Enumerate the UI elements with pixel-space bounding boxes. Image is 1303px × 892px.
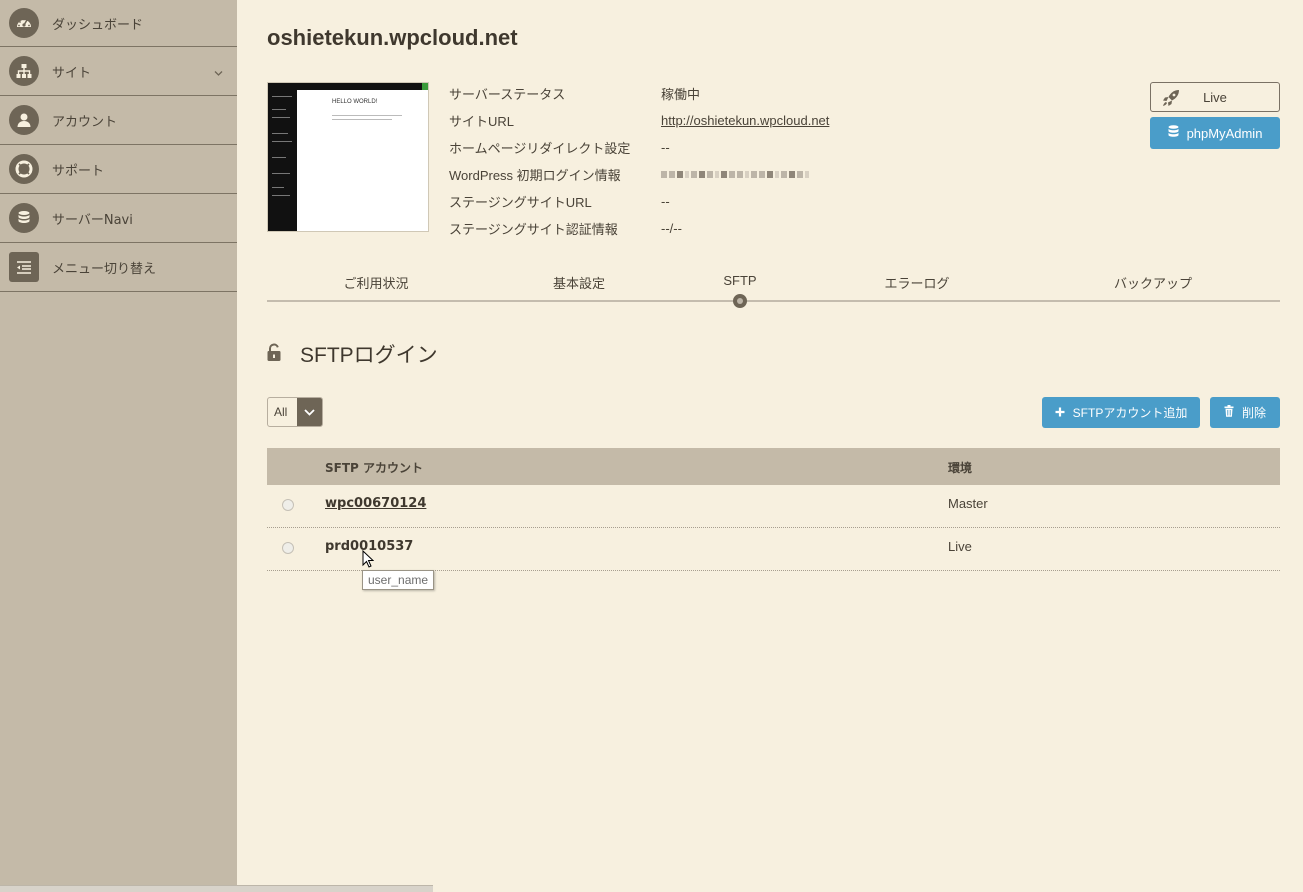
row-select-radio[interactable] bbox=[282, 542, 294, 554]
info-label: ホームページリダイレクト設定 bbox=[449, 141, 631, 156]
browser-status-bar bbox=[0, 885, 433, 892]
sidebar-item-label: サポート bbox=[52, 163, 105, 179]
active-tab-indicator bbox=[733, 294, 747, 308]
delete-button-label: 削除 bbox=[1241, 406, 1266, 420]
tab-backup[interactable]: バックアップ bbox=[1114, 273, 1192, 292]
tab-usage[interactable]: ご利用状況 bbox=[343, 273, 408, 292]
sidebar-item-label: サイト bbox=[52, 65, 92, 81]
sidebar-item-support[interactable]: サポート bbox=[0, 145, 237, 194]
plus-icon bbox=[1055, 406, 1065, 420]
column-header-environment: 環境 bbox=[948, 461, 973, 475]
sidebar-item-label: サーバーNavi bbox=[52, 212, 133, 228]
info-row-server-status: サーバーステータス 稼働中 bbox=[449, 80, 829, 107]
info-row-wp-login: WordPress 初期ログイン情報 bbox=[449, 161, 829, 188]
sidebar-item-server-navi[interactable]: サーバーNavi bbox=[0, 194, 237, 243]
info-label: サイトURL bbox=[449, 114, 515, 129]
database-icon bbox=[1168, 125, 1179, 141]
info-row-site-url: サイトURL http://oshietekun.wpcloud.net bbox=[449, 107, 829, 134]
redirect-value: -- bbox=[661, 140, 670, 155]
section-header: SFTPログイン bbox=[267, 339, 438, 369]
site-thumbnail: HELLO WORLD! bbox=[267, 82, 429, 232]
phpmyadmin-button[interactable]: phpMyAdmin bbox=[1150, 117, 1280, 149]
site-info: サーバーステータス 稼働中 サイトURL http://oshietekun.w… bbox=[449, 80, 829, 242]
environment-cell: Master bbox=[948, 496, 988, 511]
page-title: oshietekun.wpcloud.net bbox=[267, 25, 518, 50]
table-header: SFTP アカウント 環境 bbox=[267, 448, 1280, 485]
environment-filter-select[interactable]: All bbox=[267, 397, 323, 427]
menu-toggle-icon bbox=[9, 252, 39, 282]
trash-icon bbox=[1224, 405, 1234, 420]
row-select-radio[interactable] bbox=[282, 499, 294, 511]
sidebar-item-account[interactable]: アカウント bbox=[0, 96, 237, 145]
lifebuoy-icon bbox=[9, 154, 39, 184]
chevron-down-icon[interactable] bbox=[297, 398, 322, 426]
sidebar-item-menu-toggle[interactable]: メニュー切り替え bbox=[0, 243, 237, 292]
add-sftp-account-button[interactable]: SFTPアカウント追加 bbox=[1042, 397, 1200, 428]
info-label: ステージングサイトURL bbox=[449, 195, 592, 210]
info-label: ステージングサイト認証情報 bbox=[449, 222, 618, 237]
live-button[interactable]: Live bbox=[1150, 82, 1280, 112]
info-row-redirect: ホームページリダイレクト設定 -- bbox=[449, 134, 829, 161]
tab-bar: ご利用状況 基本設定 SFTP エラーログ バックアップ bbox=[267, 272, 1280, 302]
unlock-icon bbox=[267, 343, 282, 366]
info-label: WordPress 初期ログイン情報 bbox=[449, 168, 621, 183]
tooltip: user_name bbox=[362, 570, 435, 590]
info-row-staging-url: ステージングサイトURL -- bbox=[449, 188, 829, 215]
delete-button[interactable]: 削除 bbox=[1210, 397, 1280, 428]
filter-value: All bbox=[274, 405, 288, 419]
info-label: サーバーステータス bbox=[449, 87, 566, 102]
sidebar-item-label: メニュー切り替え bbox=[52, 261, 157, 277]
table-row: wpc00670124 Master bbox=[267, 485, 1280, 528]
thumbnail-heading: HELLO WORLD! bbox=[332, 99, 378, 105]
sidebar: ダッシュボード サイト アカウント サポート サーバーNavi メニュー切り替え bbox=[0, 0, 237, 892]
database-icon bbox=[9, 203, 39, 233]
chevron-down-icon[interactable] bbox=[214, 62, 223, 81]
section-title: SFTPログイン bbox=[300, 344, 438, 367]
mouse-cursor-icon bbox=[362, 549, 375, 573]
tab-error-log[interactable]: エラーログ bbox=[884, 273, 949, 292]
user-icon bbox=[9, 105, 39, 135]
site-url-link[interactable]: http://oshietekun.wpcloud.net bbox=[661, 113, 829, 128]
info-row-staging-auth: ステージングサイト認証情報 --/-- bbox=[449, 215, 829, 242]
live-button-label: Live bbox=[1203, 89, 1227, 105]
server-status-value: 稼働中 bbox=[661, 87, 701, 102]
tab-basic-settings[interactable]: 基本設定 bbox=[553, 273, 605, 292]
tab-sftp[interactable]: SFTP bbox=[723, 273, 756, 288]
add-sftp-account-label: SFTPアカウント追加 bbox=[1072, 406, 1188, 420]
sftp-accounts-table: SFTP アカウント 環境 wpc00670124 Master prd0010… bbox=[267, 448, 1280, 571]
staging-url-value: -- bbox=[661, 194, 670, 209]
sitemap-icon bbox=[9, 56, 39, 86]
staging-auth-value: --/-- bbox=[661, 221, 682, 236]
rocket-icon bbox=[1161, 88, 1181, 111]
phpmyadmin-button-label: phpMyAdmin bbox=[1186, 125, 1263, 141]
dashboard-icon bbox=[9, 8, 39, 38]
wp-login-credentials-redacted bbox=[661, 171, 809, 178]
table-row: prd0010537 Live bbox=[267, 528, 1280, 571]
environment-cell: Live bbox=[948, 539, 972, 554]
sidebar-item-label: ダッシュボード bbox=[52, 17, 144, 33]
sidebar-item-label: アカウント bbox=[52, 114, 118, 130]
sidebar-item-site[interactable]: サイト bbox=[0, 47, 237, 96]
sftp-account-link[interactable]: wpc00670124 bbox=[325, 496, 426, 511]
sidebar-item-dashboard[interactable]: ダッシュボード bbox=[0, 0, 237, 47]
column-header-account: SFTP アカウント bbox=[325, 461, 423, 475]
